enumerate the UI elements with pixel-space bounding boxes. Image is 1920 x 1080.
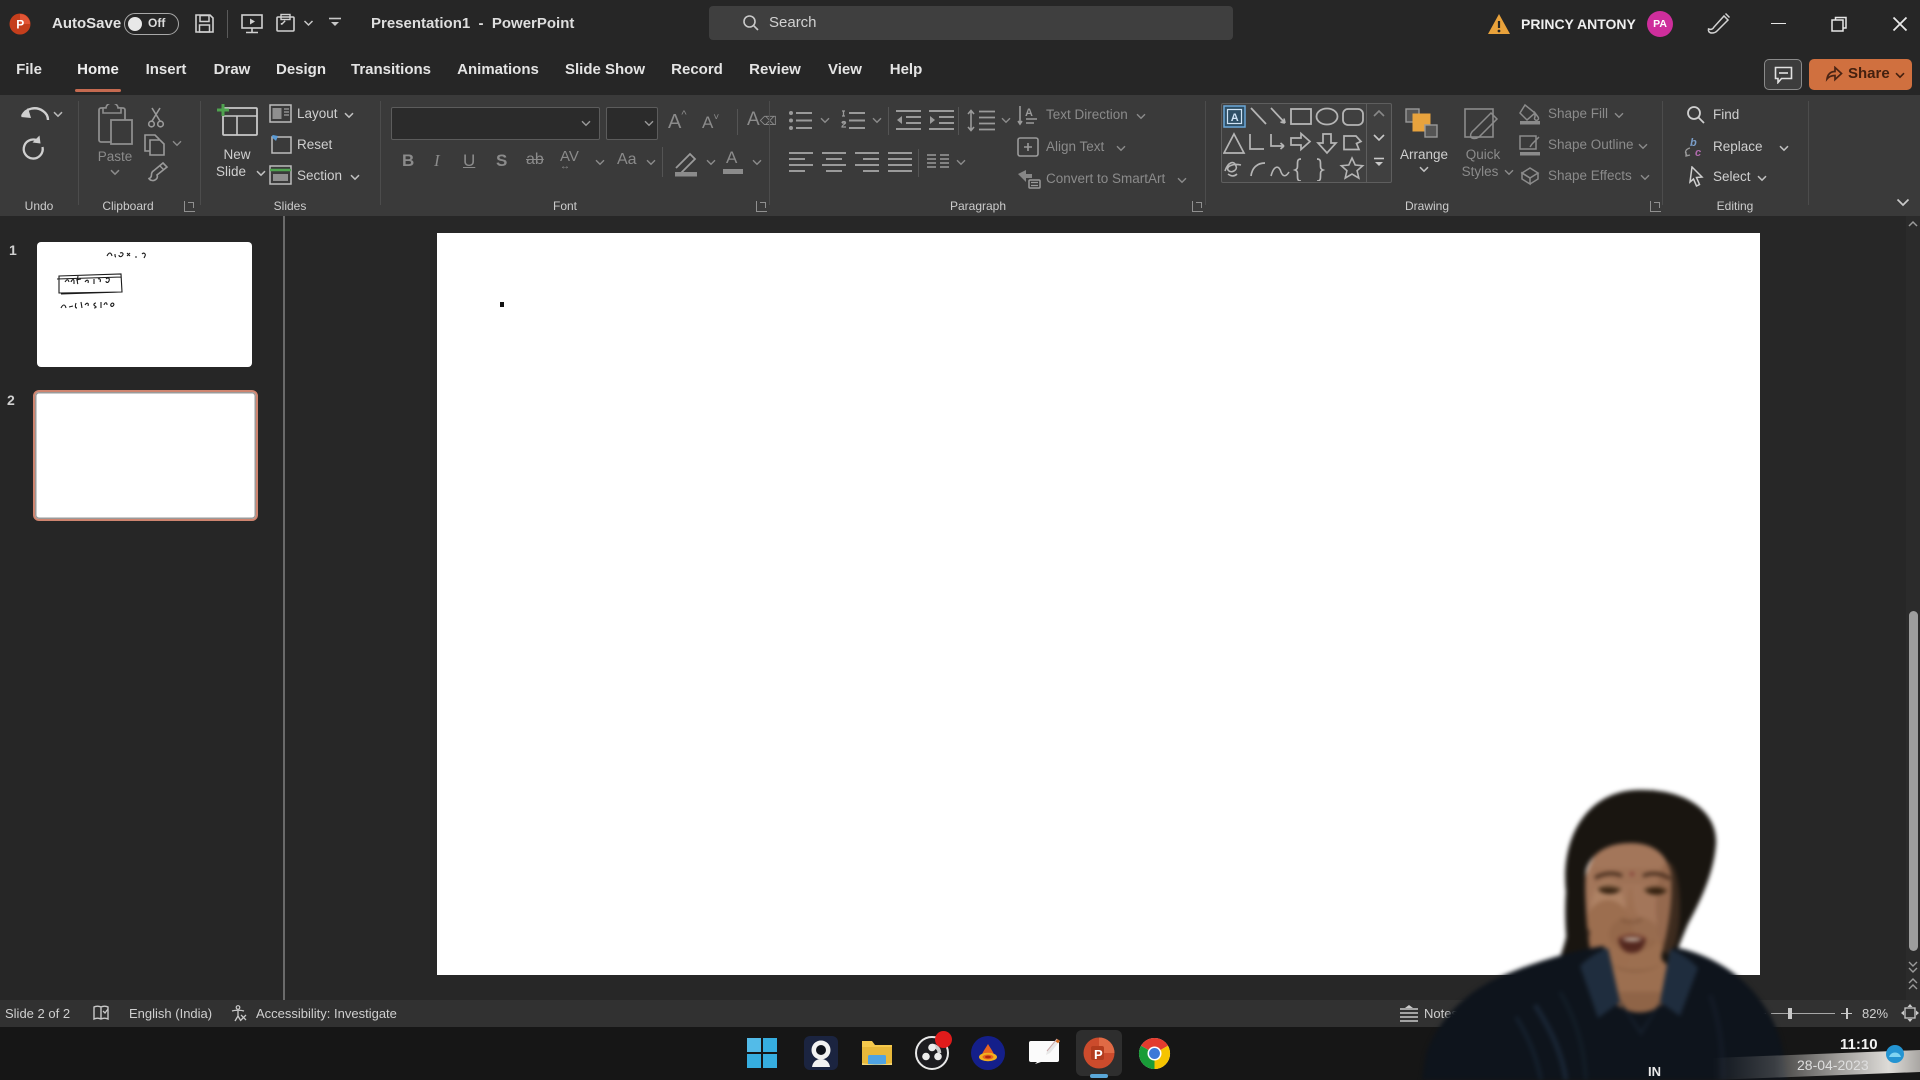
svg-text:P: P <box>16 18 24 32</box>
svg-text:A: A <box>1231 112 1239 124</box>
svg-text:A: A <box>1025 107 1033 119</box>
svg-text:c: c <box>1695 147 1701 159</box>
svg-text:P: P <box>1094 1047 1103 1062</box>
